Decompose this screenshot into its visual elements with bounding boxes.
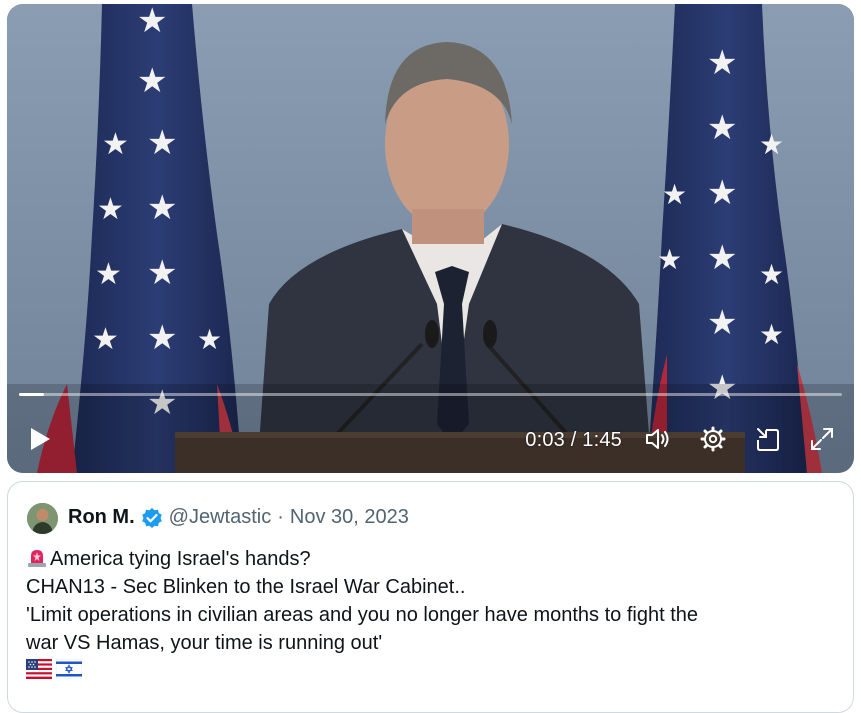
progress-bar[interactable] [19, 393, 842, 396]
time-total: 1:45 [582, 429, 622, 451]
svg-text:★: ★ [95, 257, 122, 292]
svg-text:★: ★ [137, 4, 167, 41]
svg-text:★: ★ [147, 318, 177, 358]
svg-text:★: ★ [147, 123, 177, 163]
svg-text:★: ★ [707, 303, 737, 343]
svg-text:★: ★ [759, 258, 784, 291]
pip-icon [757, 428, 779, 451]
post-text: America tying Israel's hands? CHAN13 - S… [26, 545, 839, 679]
play-icon [31, 428, 50, 450]
time-display: 0:03 / 1:45 [525, 429, 622, 452]
svg-text:★: ★ [707, 43, 737, 83]
volume-button[interactable] [640, 421, 676, 457]
post-line: America tying Israel's hands? [26, 545, 839, 573]
svg-text:★: ★ [147, 253, 177, 293]
avatar[interactable] [27, 503, 58, 534]
quoted-post-card[interactable]: Ron M. @Jewtastic · Nov 30, 2023 America… [7, 481, 854, 713]
post-line-1: America tying Israel's hands? [50, 548, 311, 570]
svg-text:★: ★ [147, 188, 177, 228]
author-name[interactable]: Ron M. [68, 506, 135, 529]
post-date[interactable]: Nov 30, 2023 [290, 506, 409, 529]
gear-icon [700, 426, 726, 452]
svg-text:★: ★ [197, 323, 222, 356]
author-handle[interactable]: @Jewtastic [169, 506, 272, 529]
svg-text:★: ★ [707, 238, 737, 278]
svg-text:★: ★ [707, 173, 737, 213]
svg-text:★: ★ [662, 178, 687, 211]
svg-text:★: ★ [759, 128, 784, 161]
post-line-4: war VS Hamas, your time is running out' [26, 632, 383, 654]
fullscreen-button[interactable] [804, 421, 840, 457]
svg-text:★: ★ [759, 318, 784, 351]
post-author: Ron M. @Jewtastic · Nov 30, 2023 [68, 506, 409, 529]
video-player[interactable]: ★ ★ ★ ★ ★ ★ ★ ★ ★ ★ ★ ★ ★ ★ ★ ★ ★ ★ ★ ★ … [7, 4, 854, 473]
us-flag-icon [26, 659, 52, 679]
verified-badge-icon [141, 507, 163, 529]
svg-text:★: ★ [97, 192, 124, 227]
settings-button[interactable] [695, 421, 731, 457]
emoji-row [26, 659, 839, 679]
volume-icon [646, 429, 669, 449]
meta-separator: · [277, 506, 284, 528]
play-button[interactable] [22, 421, 58, 457]
time-current: 0:03 [525, 429, 565, 451]
post-line-3: 'Limit operations in civilian areas and … [26, 604, 698, 626]
svg-text:★: ★ [102, 127, 129, 162]
video-frame: ★ ★ ★ ★ ★ ★ ★ ★ ★ ★ ★ ★ ★ ★ ★ ★ ★ ★ ★ ★ … [7, 4, 854, 473]
progress-fill [19, 393, 44, 396]
siren-icon [26, 546, 48, 568]
svg-text:★: ★ [137, 61, 167, 101]
fullscreen-icon [811, 428, 833, 450]
post-line-2: CHAN13 - Sec Blinken to the Israel War C… [26, 576, 466, 598]
svg-text:★: ★ [707, 108, 737, 148]
svg-text:★: ★ [657, 243, 682, 276]
svg-text:★: ★ [92, 322, 119, 357]
minimize-video-button[interactable] [750, 421, 786, 457]
israel-flag-icon [56, 659, 82, 679]
time-separator: / [564, 429, 583, 451]
